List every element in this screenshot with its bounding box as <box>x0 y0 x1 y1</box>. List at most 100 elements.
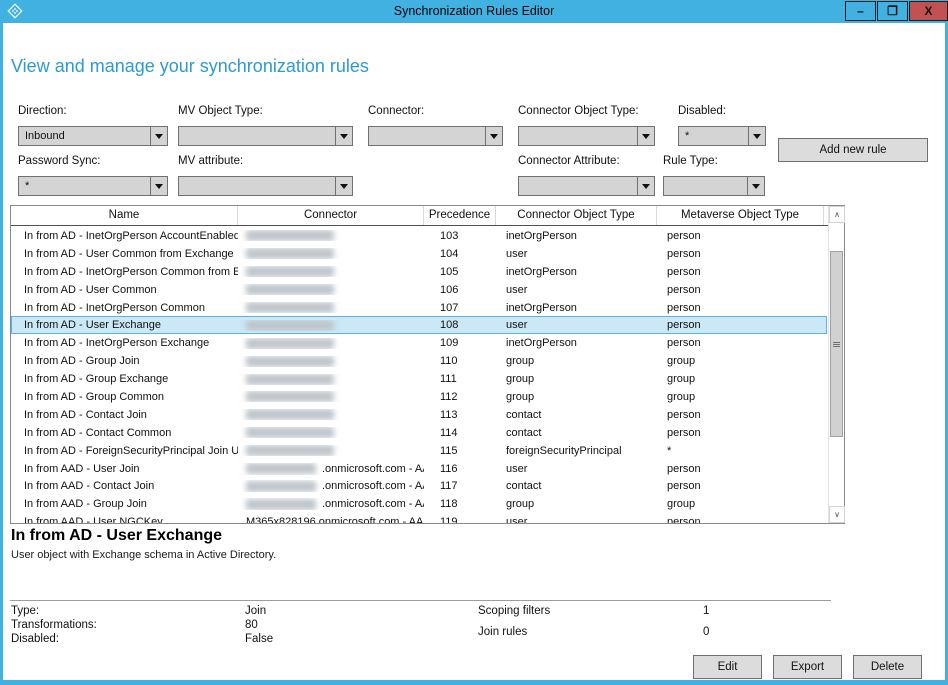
rule-name: In from AAD - User NGCKey <box>11 516 238 523</box>
rule-connector: .onmicrosoft.com - AAD <box>238 480 424 492</box>
scroll-down-icon[interactable]: ∨ <box>829 506 845 523</box>
rule-precedence: 103 <box>424 230 496 242</box>
table-row[interactable]: In from AD - InetOrgPerson Common107inet… <box>11 299 827 317</box>
rule-type-dropdown[interactable] <box>663 176 765 196</box>
column-header-connector-object-type[interactable]: Connector Object Type <box>496 206 657 225</box>
mv-object-type-dropdown[interactable] <box>178 126 353 146</box>
close-icon: X <box>924 4 932 18</box>
table-row[interactable]: In from AAD - Contact Join .onmicrosoft.c… <box>11 477 827 495</box>
chevron-down-icon[interactable] <box>335 177 352 195</box>
direction-dropdown[interactable]: Inbound <box>18 126 168 146</box>
table-row[interactable]: In from AAD - Group Join.onmicrosoft.com… <box>11 495 827 513</box>
chevron-down-icon[interactable] <box>150 177 167 195</box>
mv-object-type-dropdown-value <box>179 127 335 145</box>
rule-connector-object-type: user <box>496 319 657 331</box>
chevron-down-icon[interactable] <box>150 127 167 145</box>
filter-mv-object-type-label: MV Object Type: <box>178 105 353 121</box>
table-row[interactable]: In from AD - ForeignSecurityPrincipal Jo… <box>11 442 827 460</box>
connector-dropdown[interactable] <box>368 126 503 146</box>
connector-object-type-dropdown[interactable] <box>518 126 655 146</box>
chevron-down-icon[interactable] <box>335 127 352 145</box>
rule-metaverse-object-type: person <box>657 248 824 260</box>
filter-password-sync-label: Password Sync: <box>18 155 168 171</box>
chevron-down-icon[interactable] <box>637 127 654 145</box>
scrollbar-grip-icon <box>833 342 840 347</box>
redacted-connector-text <box>246 391 334 402</box>
close-button[interactable]: X <box>909 1 948 21</box>
disabled-dropdown-value: * <box>679 127 748 145</box>
rule-metaverse-object-type: person <box>657 302 824 314</box>
rule-precedence: 115 <box>424 445 496 457</box>
rule-precedence: 113 <box>424 409 496 421</box>
table-header: Name Connector Precedence Connector Obje… <box>11 206 828 226</box>
filter-direction-label: Direction: <box>18 105 168 121</box>
table-row[interactable]: In from AD - Contact Join113contactperso… <box>11 406 827 424</box>
edit-button[interactable]: Edit <box>693 655 762 679</box>
rule-precedence: 116 <box>424 463 496 475</box>
window-border-bottom <box>0 680 948 685</box>
table-row[interactable]: In from AD - InetOrgPerson Exchange109in… <box>11 334 827 352</box>
rule-connector <box>238 230 424 241</box>
add-new-rule-button[interactable]: Add new rule <box>778 138 928 162</box>
rule-connector: M365x828196.onmicrosoft.com - AAD <box>238 516 424 523</box>
rule-connector-object-type: user <box>496 516 657 523</box>
connector-attribute-dropdown[interactable] <box>518 176 655 196</box>
column-header-precedence[interactable]: Precedence <box>424 206 496 225</box>
window-border-left <box>0 23 3 685</box>
table-row[interactable]: In from AD - Group Join110groupgroup <box>11 352 827 370</box>
table-row[interactable]: In from AD - Group Exchange111groupgroup <box>11 370 827 388</box>
rule-precedence: 118 <box>424 498 496 510</box>
maximize-button[interactable]: ❐ <box>877 1 908 21</box>
chevron-down-icon[interactable] <box>637 177 654 195</box>
table-row[interactable]: In from AD - User Common106userperson <box>11 281 827 299</box>
column-header-connector[interactable]: Connector <box>238 206 424 225</box>
table-row[interactable]: In from AD - Group Common112groupgroup <box>11 388 827 406</box>
redacted-connector-text <box>246 320 334 331</box>
table-row[interactable]: In from AAD - User NGCKeyM365x828196.onm… <box>11 513 827 523</box>
export-button[interactable]: Export <box>773 655 842 679</box>
rule-connector-object-type: inetOrgPerson <box>496 266 657 278</box>
redacted-connector-text <box>246 409 334 420</box>
delete-button[interactable]: Delete <box>853 655 922 679</box>
redacted-connector-text <box>246 481 316 492</box>
rule-connector-object-type: group <box>496 373 657 385</box>
minimize-button[interactable]: – <box>845 1 876 21</box>
rule-name: In from AAD - Contact Join <box>11 480 238 492</box>
scroll-up-icon[interactable]: ∧ <box>829 206 845 223</box>
filter-rule-type: Rule Type: <box>663 155 765 196</box>
rule-name: In from AD - InetOrgPerson AccountEnable… <box>11 230 238 242</box>
connector-visible-text: .onmicrosoft.com - AAD <box>322 480 424 492</box>
table-row[interactable]: In from AD - InetOrgPerson Common from E… <box>11 263 827 281</box>
scrollbar-thumb[interactable] <box>830 251 843 437</box>
connector-visible-text: .onmicrosoft.com - AAD <box>322 463 424 475</box>
table-scrollbar[interactable]: ∧ ∨ <box>828 206 844 523</box>
redacted-connector-text <box>246 374 334 385</box>
table-row[interactable]: In from AAD - User Join.onmicrosoft.com … <box>11 460 827 478</box>
mv-attribute-dropdown[interactable] <box>178 176 353 196</box>
rule-precedence: 114 <box>424 427 496 439</box>
rule-type-dropdown-value <box>664 177 747 195</box>
chevron-down-icon[interactable] <box>485 127 502 145</box>
column-header-name[interactable]: Name <box>11 206 238 225</box>
rule-precedence: 106 <box>424 284 496 296</box>
column-header-metaverse-object-type[interactable]: Metaverse Object Type <box>657 206 824 225</box>
table-row[interactable]: In from AD - User Common from Exchange10… <box>11 245 827 263</box>
table-row[interactable]: In from AD - Contact Common114contactper… <box>11 424 827 442</box>
chevron-down-icon[interactable] <box>748 127 765 145</box>
table-row[interactable]: In from AD - InetOrgPerson AccountEnable… <box>11 227 827 245</box>
password-sync-dropdown[interactable]: * <box>18 176 168 196</box>
rule-connector <box>238 427 424 438</box>
rule-precedence: 105 <box>424 266 496 278</box>
redacted-connector-text <box>246 427 334 438</box>
maximize-icon: ❐ <box>887 4 898 18</box>
minimize-icon: – <box>857 4 864 18</box>
rule-metaverse-object-type: person <box>657 480 824 492</box>
rule-precedence: 110 <box>424 355 496 367</box>
page-title: View and manage your synchronization rul… <box>11 56 369 77</box>
filter-disabled-label: Disabled: <box>678 105 766 121</box>
disabled-dropdown[interactable]: * <box>678 126 766 146</box>
filter-mv-attribute-label: MV attribute: <box>178 155 353 171</box>
chevron-down-icon[interactable] <box>747 177 764 195</box>
table-row[interactable]: In from AD - User Exchange108userperson <box>11 316 827 334</box>
disabled-value: False <box>245 632 273 646</box>
